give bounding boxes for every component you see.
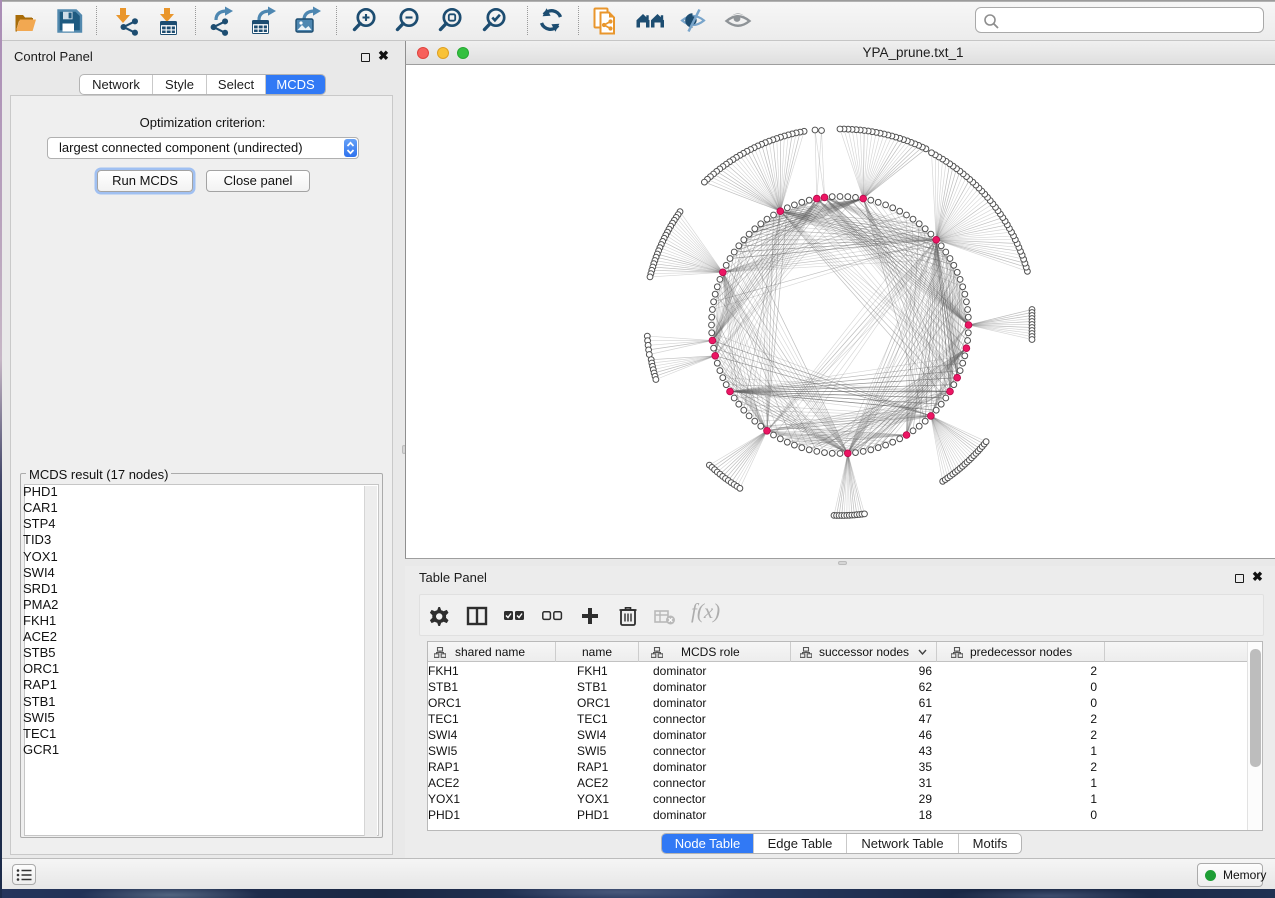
svg-text:f(x): f(x) xyxy=(691,602,720,623)
